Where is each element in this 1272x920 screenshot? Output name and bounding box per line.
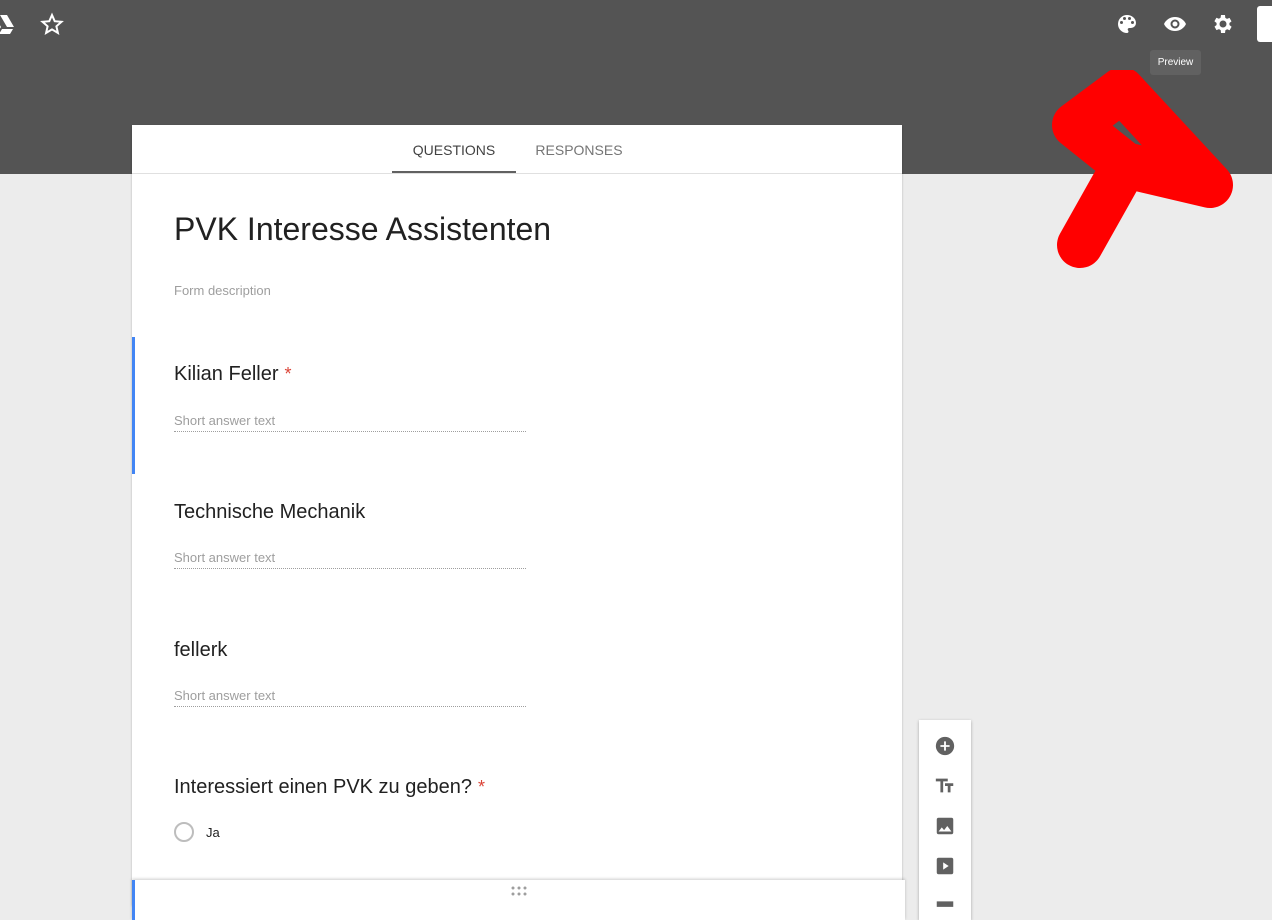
radio-label: Ja: [206, 824, 220, 840]
question-card[interactable]: fellerk Short answer text: [132, 611, 902, 748]
preview-tooltip: Preview: [1150, 50, 1201, 75]
tab-responses[interactable]: RESPONSES: [516, 125, 642, 173]
section-icon[interactable]: [933, 894, 957, 918]
add-question-icon[interactable]: [933, 734, 957, 758]
required-asterisk: *: [477, 777, 485, 797]
tab-questions[interactable]: QUESTIONS: [392, 125, 516, 173]
image-icon[interactable]: [933, 814, 957, 838]
short-answer-field[interactable]: Short answer text: [174, 688, 526, 707]
form-card: QUESTIONS RESPONSES PVK Interesse Assist…: [132, 125, 902, 905]
drag-handle-icon[interactable]: [511, 886, 527, 896]
drive-add-icon[interactable]: [0, 12, 16, 36]
question-card-selected[interactable]: [132, 880, 905, 920]
question-title: Kilian Feller *: [174, 363, 292, 385]
floating-toolbar: [919, 720, 971, 920]
short-answer-field[interactable]: Short answer text: [174, 550, 526, 569]
question-title: Technische Mechanik: [174, 501, 366, 523]
form-title[interactable]: PVK Interesse Assistenten: [174, 211, 551, 248]
title-icon[interactable]: [933, 774, 957, 798]
question-card[interactable]: Technische Mechanik Short answer text: [132, 474, 902, 611]
palette-icon[interactable]: [1115, 12, 1139, 36]
question-title: Interessiert einen PVK zu geben? *: [174, 776, 485, 798]
star-icon[interactable]: [40, 12, 64, 36]
form-description[interactable]: Form description: [174, 283, 271, 298]
question-title: fellerk: [174, 639, 228, 661]
eye-icon[interactable]: [1163, 12, 1187, 36]
tab-bar: QUESTIONS RESPONSES: [132, 125, 902, 174]
radio-option[interactable]: Ja: [174, 822, 220, 842]
radio-button[interactable]: [174, 822, 194, 842]
gear-icon[interactable]: [1211, 12, 1235, 36]
required-asterisk: *: [284, 364, 292, 384]
question-card[interactable]: Interessiert einen PVK zu geben? * Ja: [132, 748, 902, 878]
short-answer-field[interactable]: Short answer text: [174, 413, 526, 432]
question-card[interactable]: Kilian Feller * Short answer text: [132, 337, 905, 474]
video-icon[interactable]: [933, 854, 957, 878]
send-button[interactable]: [1257, 6, 1272, 42]
